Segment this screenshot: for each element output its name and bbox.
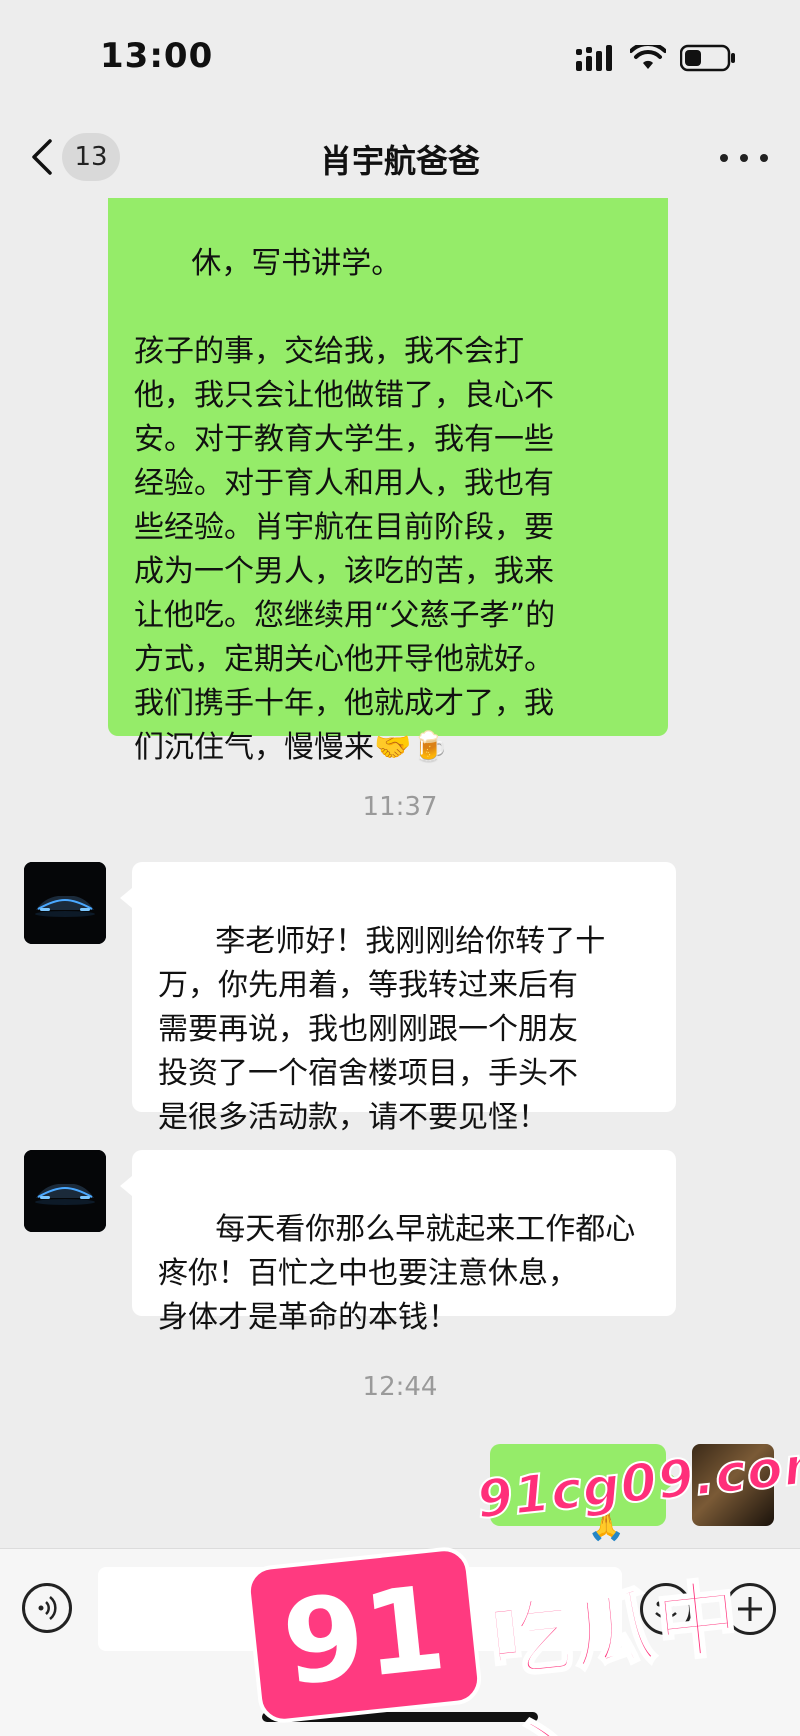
car-avatar-icon (24, 862, 106, 944)
plus-button[interactable] (724, 1583, 776, 1635)
emoji-button[interactable] (640, 1583, 692, 1635)
chat-title: 肖宇航爸爸 (319, 142, 480, 180)
more-icon-dot (740, 154, 748, 162)
signal-icon (576, 45, 612, 71)
message-text: 🙏🙏🙏 (587, 1508, 626, 1543)
chat-header: 13 肖宇航爸爸 (0, 118, 800, 198)
car-avatar-icon (24, 1150, 106, 1232)
more-icon-dot (720, 154, 728, 162)
more-icon-dot (760, 154, 768, 162)
message-text: 每天看你那么早就起来工作都心 疼你！百忙之中也要注意休息， 身体才是革命的本钱！ (158, 1212, 636, 1335)
message-text: 休，写书讲学。 孩子的事，交给我，我不会打 他，我只会让他做错了，良心不 安。对… (134, 246, 556, 765)
message-bubble-incoming[interactable]: 李老师好！我刚刚给你转了十 万，你先用着，等我转过来后有 需要再说，我也刚刚跟一… (120, 862, 676, 1135)
message-timestamp: 11:37 (362, 792, 438, 822)
contact-avatar[interactable] (24, 862, 106, 944)
message-bubble-outgoing[interactable]: 🙏🙏🙏 (490, 1444, 678, 1543)
message-bubble-outgoing[interactable]: 休，写书讲学。 孩子的事，交给我，我不会打 他，我只会让他做错了，良心不 安。对… (108, 198, 668, 765)
status-time: 13:00 (100, 36, 214, 76)
message-input[interactable] (98, 1567, 622, 1651)
chat-screen: 13:00 13 肖宇航爸爸 休，写书讲学。 孩子的事，交给我，我不会打 他，我… (0, 0, 800, 1736)
contact-avatar[interactable] (24, 1150, 106, 1232)
emoji-icon (655, 1601, 677, 1619)
my-avatar[interactable] (692, 1444, 774, 1526)
voice-icon (38, 1596, 57, 1620)
voice-button[interactable] (22, 1583, 72, 1633)
status-icons (576, 44, 736, 72)
wifi-icon (630, 45, 666, 69)
input-bar (0, 1548, 800, 1736)
battery-icon (680, 44, 735, 72)
message-bubble-incoming[interactable]: 每天看你那么早就起来工作都心 疼你！百忙之中也要注意休息， 身体才是革命的本钱！ (120, 1150, 676, 1335)
message-text: 李老师好！我刚刚给你转了十 万，你先用着，等我转过来后有 需要再说，我也刚刚跟一… (158, 924, 606, 1135)
status-bar: 13:00 (0, 0, 800, 118)
message-list[interactable]: 休，写书讲学。 孩子的事，交给我，我不会打 他，我只会让他做错了，良心不 安。对… (0, 198, 800, 1548)
message-timestamp: 12:44 (362, 1372, 438, 1402)
more-button[interactable] (720, 140, 768, 176)
home-indicator[interactable] (262, 1712, 538, 1722)
